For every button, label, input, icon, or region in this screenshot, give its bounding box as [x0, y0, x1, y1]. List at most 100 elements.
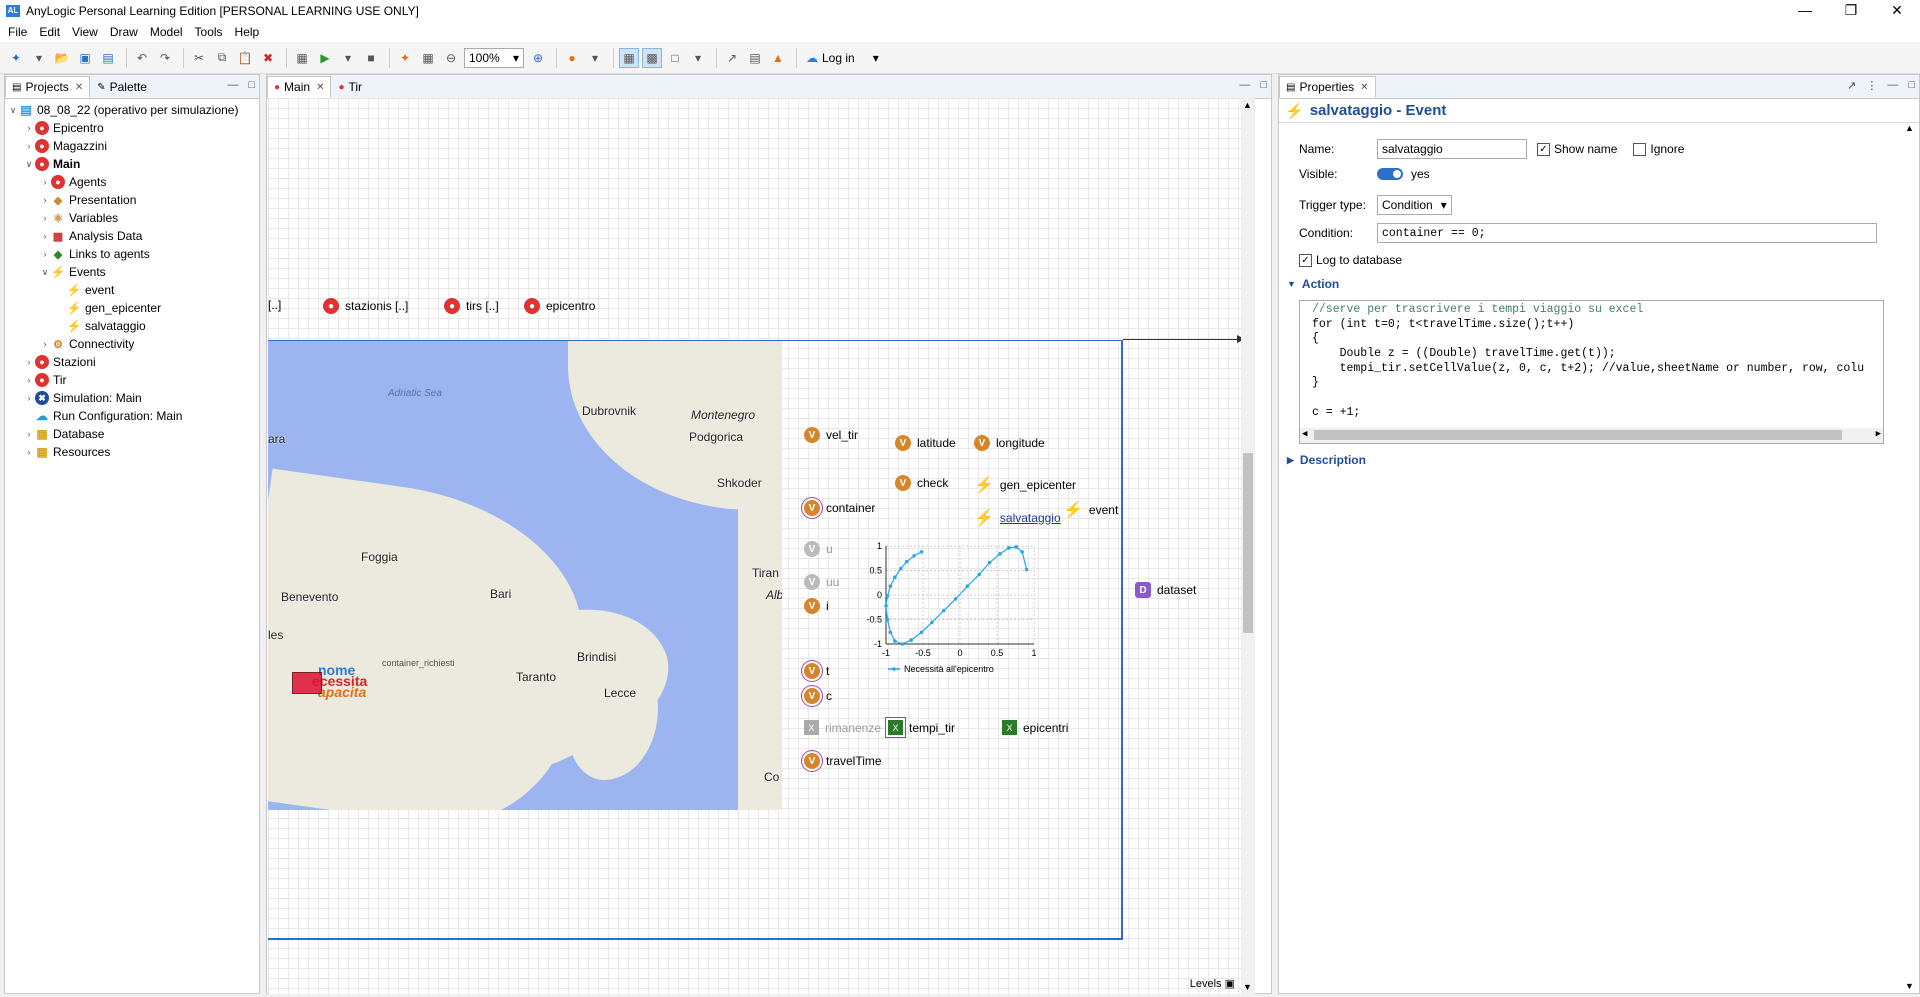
- undo-icon[interactable]: ↶: [132, 48, 152, 68]
- tab-palette[interactable]: ✎ Palette: [90, 76, 154, 98]
- show-name-checkbox[interactable]: ✓: [1537, 142, 1550, 156]
- tree-item-simulation[interactable]: › ✖ Simulation: Main: [5, 389, 259, 407]
- name-field[interactable]: salvataggio: [1377, 139, 1527, 159]
- run-dropdown-icon[interactable]: ▾: [338, 48, 358, 68]
- minimize-icon[interactable]: —: [227, 79, 238, 91]
- menu-icon[interactable]: ⋮: [1866, 79, 1877, 92]
- description-section-header[interactable]: ▶ Description: [1287, 453, 1366, 467]
- wand-icon[interactable]: ✦: [395, 48, 415, 68]
- zoom-select[interactable]: 100% ▾: [464, 47, 524, 68]
- close-icon[interactable]: ✕: [1360, 82, 1368, 93]
- zoom-fit-icon[interactable]: ▦: [418, 48, 438, 68]
- agent-epicentro[interactable]: ● epicentro: [524, 298, 595, 314]
- chevron-right-icon[interactable]: ›: [23, 447, 35, 457]
- export-icon[interactable]: ↗: [1847, 79, 1856, 92]
- scroll-up-icon[interactable]: ▲: [1243, 100, 1252, 110]
- event-salvataggio[interactable]: ⚡ salvataggio: [974, 508, 1061, 528]
- canvas-vertical-scrollbar[interactable]: ▲ ▼: [1241, 98, 1255, 994]
- scroll-left-icon[interactable]: ◀: [1302, 429, 1307, 439]
- excel-rimanenze[interactable]: X rimanenze: [804, 720, 881, 735]
- scrollbar-thumb[interactable]: [1314, 430, 1842, 441]
- tree-item-presentation[interactable]: › ◆ Presentation: [5, 191, 259, 209]
- minimize-button[interactable]: —: [1782, 0, 1828, 22]
- scroll-down-icon[interactable]: ▼: [1243, 982, 1252, 992]
- new-icon[interactable]: ✦: [6, 48, 26, 68]
- event-event[interactable]: ⚡ event: [1063, 500, 1118, 520]
- open-icon[interactable]: 📂: [52, 48, 72, 68]
- delete-icon[interactable]: ✖: [258, 48, 278, 68]
- visible-toggle[interactable]: [1377, 168, 1403, 180]
- tree-item-tir[interactable]: › ● Tir: [5, 371, 259, 389]
- variable-longitude[interactable]: V longitude: [974, 435, 1045, 451]
- dataset-element[interactable]: D dataset: [1135, 582, 1196, 598]
- scroll-right-icon[interactable]: ▶: [1876, 429, 1881, 439]
- chevron-right-icon[interactable]: ›: [39, 195, 51, 205]
- menu-tools[interactable]: Tools: [189, 25, 229, 39]
- maximize-button[interactable]: ❐: [1828, 0, 1874, 22]
- scroll-up-icon[interactable]: ▲: [1905, 123, 1914, 133]
- tree-item-model[interactable]: ∨ ▤ 08_08_22 (operativo per simulazione): [5, 101, 259, 119]
- chevron-right-icon[interactable]: ›: [23, 141, 35, 151]
- tab-projects[interactable]: ▤ Projects ✕: [5, 76, 91, 98]
- dropdown-icon[interactable]: ▾: [29, 48, 49, 68]
- tab-tir[interactable]: ● Tir: [331, 76, 369, 98]
- tree-item-run-config[interactable]: ☁ Run Configuration: Main: [5, 407, 259, 425]
- chevron-right-icon[interactable]: ›: [39, 213, 51, 223]
- event-gen-epicenter[interactable]: ⚡ gen_epicenter: [974, 475, 1076, 495]
- chevron-right-icon[interactable]: ›: [39, 339, 51, 349]
- variable-i[interactable]: V i: [804, 598, 829, 614]
- ignore-checkbox[interactable]: [1633, 142, 1647, 156]
- variable-u[interactable]: V u: [804, 541, 833, 557]
- save-all-icon[interactable]: ▤: [98, 48, 118, 68]
- tree-item-database[interactable]: › ▦ Database: [5, 425, 259, 443]
- tree-item-magazzini[interactable]: › ● Magazzini: [5, 137, 259, 155]
- chevron-down-icon[interactable]: ∨: [23, 159, 35, 170]
- variable-container[interactable]: V container: [804, 500, 875, 516]
- properties-scrollbar[interactable]: ▲ ▼: [1905, 123, 1917, 991]
- variable-latitude[interactable]: V latitude: [895, 435, 956, 451]
- zoom-in-icon[interactable]: ⊕: [528, 48, 548, 68]
- log-to-database-checkbox[interactable]: ✓: [1299, 253, 1312, 267]
- tree-item-gen-epicenter[interactable]: ⚡ gen_epicenter: [5, 299, 259, 317]
- copy-icon[interactable]: ⧉: [212, 48, 232, 68]
- tree-item-stazioni[interactable]: › ● Stazioni: [5, 353, 259, 371]
- chevron-right-icon[interactable]: ›: [39, 249, 51, 259]
- tree-item-resources[interactable]: › ▦ Resources: [5, 443, 259, 461]
- chevron-right-icon[interactable]: ›: [23, 375, 35, 385]
- tree-item-events[interactable]: ∨ ⚡ Events: [5, 263, 259, 281]
- group-icon[interactable]: □: [665, 48, 685, 68]
- variable-traveltime[interactable]: V travelTime: [804, 753, 882, 769]
- minimize-icon[interactable]: —: [1887, 79, 1898, 92]
- variable-c[interactable]: V c: [804, 688, 832, 704]
- cut-icon[interactable]: ✂: [189, 48, 209, 68]
- tree-item-links[interactable]: › ◆ Links to agents: [5, 245, 259, 263]
- tree-item-salvataggio[interactable]: ⚡ salvataggio: [5, 317, 259, 335]
- agent-stazionis[interactable]: ● stazionis [..]: [323, 298, 408, 314]
- condition-field[interactable]: container == 0;: [1377, 223, 1877, 243]
- variable-vel-tir[interactable]: V vel_tir: [804, 427, 858, 443]
- highlight-dropdown-icon[interactable]: ▾: [585, 48, 605, 68]
- tree-item-event[interactable]: ⚡ event: [5, 281, 259, 299]
- excel-epicentri[interactable]: X epicentri: [1002, 720, 1068, 735]
- menu-edit[interactable]: Edit: [33, 25, 66, 39]
- scatter-chart[interactable]: -1 -0.5 0 0.5 1 1 0.5 0 -0.5 -1 Necessità all'epic…: [856, 538, 1068, 688]
- maximize-icon[interactable]: □: [1908, 79, 1915, 92]
- stop-icon[interactable]: ■: [361, 48, 381, 68]
- code-horizontal-scrollbar[interactable]: ◀ ▶: [1300, 428, 1883, 443]
- excel-tempi-tir[interactable]: X tempi_tir: [888, 720, 955, 735]
- action-code-editor[interactable]: //serve per trascrivere i tempi viaggio …: [1299, 300, 1884, 444]
- menu-file[interactable]: File: [2, 25, 33, 39]
- tree-item-variables[interactable]: › ⚛ Variables: [5, 209, 259, 227]
- tab-properties[interactable]: ▤ Properties ✕: [1279, 76, 1376, 98]
- paste-icon[interactable]: 📋: [235, 48, 255, 68]
- build-icon[interactable]: ▦: [292, 48, 312, 68]
- trigger-type-select[interactable]: Condition ▾: [1377, 195, 1452, 215]
- action-section-header[interactable]: ▼ Action: [1287, 277, 1339, 291]
- agent-population-partial[interactable]: [..]: [268, 298, 281, 312]
- tree-item-connectivity[interactable]: › ⚙ Connectivity: [5, 335, 259, 353]
- tree-item-main[interactable]: ∨ ● Main: [5, 155, 259, 173]
- levels-button[interactable]: Levels ▣: [1190, 977, 1235, 990]
- agent-tirs[interactable]: ● tirs [..]: [444, 298, 499, 314]
- run-icon[interactable]: ▶: [315, 48, 335, 68]
- maximize-icon[interactable]: □: [248, 79, 255, 91]
